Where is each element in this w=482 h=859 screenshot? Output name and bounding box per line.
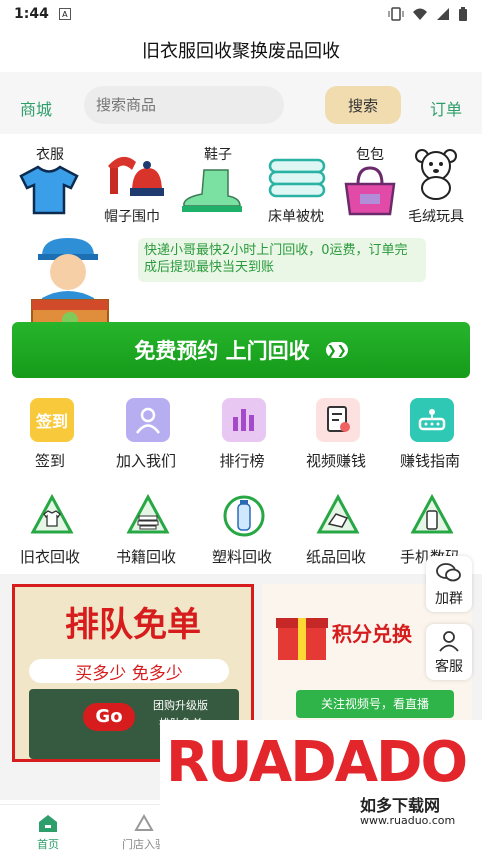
recycle-books-icon [126,494,170,534]
category-row: 衣服 帽子围巾 鞋子 床单被枕 包包 毛绒玩具 [0,140,482,230]
menu-label: 塑料回收 [211,548,272,566]
customer-service-button[interactable]: 客服 [426,624,472,680]
wifi-icon [413,8,427,20]
banner-line3: 团购升级版 [153,699,208,712]
menu-recycle-books[interactable]: 书籍回收 [100,486,192,570]
signal-icon [437,8,449,20]
banner-headline: 积分兑换 [332,622,412,646]
menu-join-us[interactable]: 加入我们 [100,390,192,474]
menu-label: 加入我们 [115,452,176,470]
recycle-clothes-icon [30,494,74,534]
category-clothes[interactable]: 衣服 [10,140,90,230]
page-title: 旧衣服回收聚换废品回收 [142,41,340,62]
category-hats-scarves[interactable]: 帽子围巾 [92,140,172,230]
notification-a-icon: A [58,8,71,20]
bedsheet-icon [268,158,326,198]
checkin-icon: 签到 [30,398,74,442]
search-row: 商城 搜索 订单 [0,72,482,134]
book-pickup-button[interactable]: 免费预约 上门回收 ❯❯ [12,322,470,378]
status-time: 1:44 [14,6,49,22]
join-group-label: 加群 [435,591,463,607]
menu-ranking[interactable]: 排行榜 [196,390,288,474]
ranking-icon [222,398,266,442]
category-shoes[interactable]: 鞋子 [178,140,258,230]
orders-link[interactable]: 订单 [430,96,462,120]
banner-subline: 买多少 免多少 [29,659,229,684]
menu-label: 旧衣回收 [19,548,80,566]
category-label: 帽子围巾 [104,209,160,225]
store-icon [134,813,154,831]
recycle-phone-icon [410,494,454,534]
menu-recycle-paper[interactable]: 纸品回收 [290,486,382,570]
guide-icon [410,398,454,442]
teddy-bear-icon [415,149,457,200]
category-plush-toys[interactable]: 毛绒玩具 [396,140,476,230]
menu-video-earn[interactable]: 视频赚钱 [290,390,382,474]
status-bar: 1:44 A [0,0,482,28]
vibrate-icon [388,7,404,21]
gift-box-icon [276,618,328,660]
menu-label: 排行榜 [219,452,265,470]
hat-scarf-icon [108,156,164,196]
search-input[interactable] [84,86,284,124]
category-label: 床单被枕 [268,209,324,225]
menu-label: 视频赚钱 [305,452,366,470]
hero-banner: 快递小哥最快2小时上门回收，0运费，订单完成后提现最快当天到账 免费预约 上门回… [0,232,482,382]
menu-label: 纸品回收 [305,548,366,566]
service-notice: 快递小哥最快2小时上门回收，0运费，订单完成后提现最快当天到账 [138,238,426,282]
menu-recycle-plastic[interactable]: 塑料回收 [196,486,288,570]
tab-label: 首页 [37,838,59,851]
person-icon [439,631,459,652]
customer-service-label: 客服 [435,659,463,675]
watermark-cn: 如多下载网 [360,796,441,815]
watermark-brand: RUADADO [166,730,468,795]
go-badge: Go [83,703,135,731]
category-label: 鞋子 [204,147,232,163]
handbag-icon [344,166,396,216]
menu-label: 赚钱指南 [399,452,460,470]
tab-home[interactable]: 首页 [8,805,88,859]
watermark-url: www.ruaduo.com [360,814,456,827]
menu-label: 书籍回收 [115,548,176,566]
chat-icon [436,563,461,582]
menu-checkin[interactable]: 签到 签到 [4,390,96,474]
watermark: RUADADO 如多下载网 www.ruaduo.com [160,720,482,858]
status-icons [388,6,468,22]
menu-recycle-clothes[interactable]: 旧衣回收 [4,486,96,570]
menu-earn-guide[interactable]: 赚钱指南 [384,390,476,474]
recycle-plastic-icon [223,495,265,537]
menu-label: 签到 [34,452,65,470]
category-bedsheets[interactable]: 床单被枕 [256,140,336,230]
video-doc-icon [316,398,360,442]
home-icon [39,815,57,832]
arrow-right-icon: ❯❯ [325,342,348,358]
tshirt-icon [19,165,79,215]
boot-icon [182,169,242,212]
search-button[interactable]: 搜索 [325,86,401,124]
function-grid: 签到 签到 加入我们 排行榜 视频赚钱 赚钱指南 旧衣回收 书籍回收 塑料回收 [0,390,482,570]
recycle-paper-icon [316,494,360,534]
join-group-button[interactable]: 加群 [426,556,472,612]
shop-link[interactable]: 商城 [20,96,52,120]
follow-video-button[interactable]: 关注视频号，看直播 [296,690,454,718]
banner-headline: 排队免单 [65,605,201,645]
people-icon [126,398,170,442]
category-label: 毛绒玩具 [408,209,464,225]
battery-icon [459,6,467,21]
cta-label: 免费预约 上门回收 [134,339,310,363]
category-label: 衣服 [36,147,64,163]
